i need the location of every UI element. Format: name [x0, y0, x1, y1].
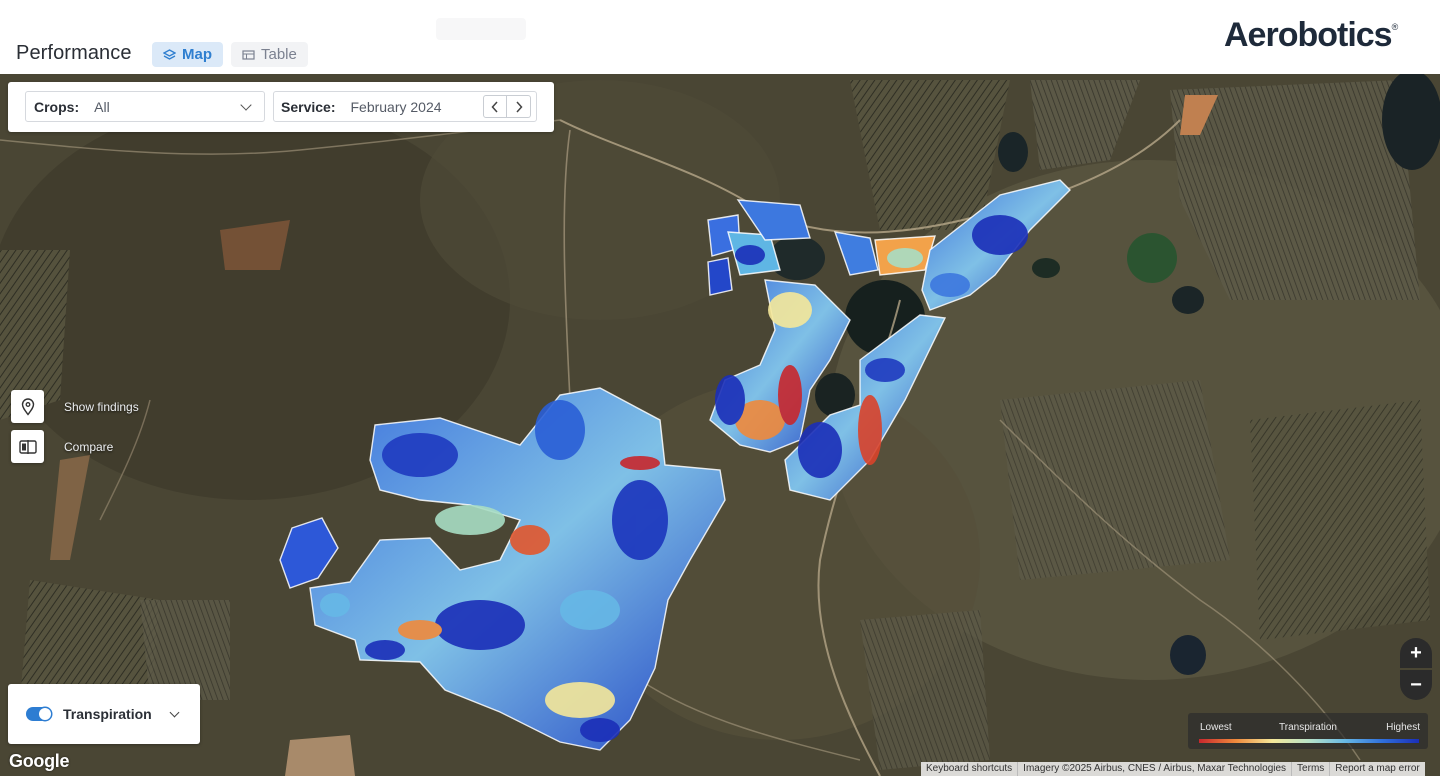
keyboard-shortcuts-link[interactable]: Keyboard shortcuts [921, 762, 1017, 776]
service-nav [483, 95, 531, 118]
app-header: Performance Map Table Aerobotics® [0, 0, 1440, 74]
chevron-left-icon [491, 100, 498, 113]
table-icon [242, 49, 255, 60]
compare-label: Compare [64, 440, 114, 454]
chevron-right-icon [515, 100, 523, 113]
tab-table[interactable]: Table [231, 42, 308, 67]
map-pin-icon [21, 397, 34, 416]
legend-title: Transpiration [1279, 722, 1337, 733]
transpiration-legend: Lowest Transpiration Highest [1188, 713, 1428, 749]
show-findings-label: Show findings [64, 400, 139, 414]
service-select[interactable]: Service: February 2024 [273, 91, 537, 122]
imagery-credit: Imagery ©2025 Airbus, CNES / Airbus, Max… [1017, 762, 1291, 776]
chevron-down-icon [240, 99, 252, 111]
report-map-error-link[interactable]: Report a map error [1329, 762, 1424, 776]
tab-map-label: Map [182, 46, 212, 63]
service-label: Service: [281, 98, 336, 115]
zoom-in-button[interactable]: + [1400, 638, 1432, 668]
previous-service-button[interactable] [483, 95, 507, 118]
layers-icon [163, 48, 176, 60]
layer-toggle[interactable] [26, 707, 52, 721]
next-service-button[interactable] [507, 95, 531, 118]
show-findings-button[interactable] [11, 390, 44, 423]
map-canvas [0, 74, 1440, 776]
crops-label: Crops: [34, 98, 80, 115]
header-placeholder [436, 18, 526, 40]
legend-low: Lowest [1200, 722, 1232, 733]
tab-table-label: Table [261, 46, 297, 63]
compare-icon [18, 439, 37, 454]
terms-link[interactable]: Terms [1291, 762, 1329, 776]
layer-label: Transpiration [63, 706, 152, 722]
legend-color-scale [1199, 739, 1419, 743]
filter-panel: Crops: All Service: February 2024 [8, 82, 554, 132]
layer-selector[interactable]: Transpiration [8, 684, 200, 744]
service-value: February 2024 [350, 98, 442, 115]
satellite-map[interactable] [0, 74, 1440, 776]
tab-map[interactable]: Map [152, 42, 223, 67]
compare-button[interactable] [11, 430, 44, 463]
crops-value: All [94, 98, 110, 115]
chevron-down-icon [169, 707, 180, 717]
crops-select[interactable]: Crops: All [25, 91, 265, 122]
brand-logo: Aerobotics® [1224, 16, 1398, 54]
legend-high: Highest [1386, 722, 1420, 733]
page-title: Performance [16, 42, 132, 64]
map-attribution: Keyboard shortcuts Imagery ©2025 Airbus,… [921, 762, 1425, 776]
google-logo: Google [9, 751, 70, 771]
